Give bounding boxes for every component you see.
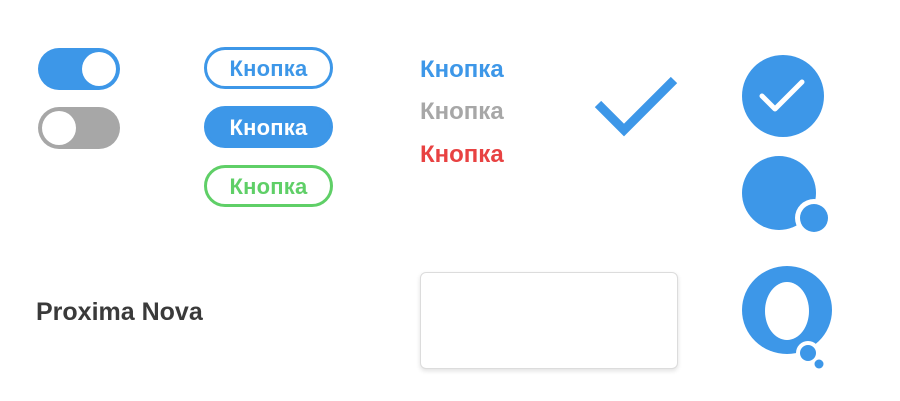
- toggle-off[interactable]: [38, 107, 120, 149]
- font-name-label: Proxima Nova: [36, 298, 203, 326]
- chat-bubble-outline-icon[interactable]: [742, 265, 834, 371]
- gray-text-button[interactable]: Кнопка: [420, 98, 504, 126]
- toggle-on[interactable]: [38, 48, 120, 90]
- outline-green-button[interactable]: Кнопка: [204, 165, 333, 207]
- toggle-knob: [82, 52, 116, 86]
- outline-blue-button[interactable]: Кнопка: [204, 47, 333, 89]
- red-text-button[interactable]: Кнопка: [420, 141, 504, 169]
- check-icon: [594, 76, 678, 137]
- chat-bubble-icon[interactable]: [742, 156, 834, 238]
- check-circle-icon[interactable]: [742, 55, 824, 137]
- blue-text-button[interactable]: Кнопка: [420, 56, 504, 84]
- toggle-knob: [42, 111, 76, 145]
- text-input[interactable]: [420, 272, 678, 369]
- solid-blue-button[interactable]: Кнопка: [204, 106, 333, 148]
